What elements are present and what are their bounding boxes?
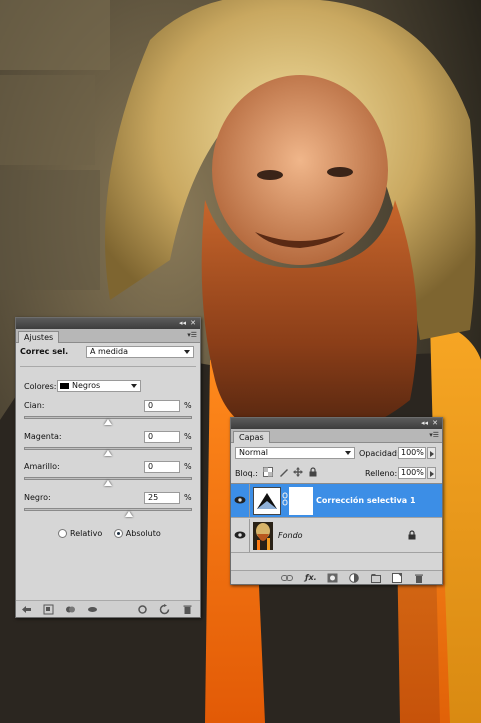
- reset-icon[interactable]: [159, 604, 170, 615]
- expand-view-icon[interactable]: [43, 604, 54, 615]
- color-swatch: [60, 383, 69, 389]
- slider-label: Negro:: [24, 493, 51, 502]
- divider: [249, 519, 250, 552]
- radio-button[interactable]: [58, 529, 67, 538]
- colors-dropdown[interactable]: Negros: [57, 380, 141, 392]
- adjustment-type-label: Correc sel.: [20, 347, 69, 356]
- percent-unit: %: [184, 493, 192, 502]
- layers-panel: ◂◂ ✕ Capas ▾☰ Normal Opacidad: 100% Bloq…: [230, 417, 443, 585]
- slider-thumb[interactable]: [125, 511, 133, 517]
- close-icon[interactable]: ✕: [432, 419, 438, 427]
- layer-name: Corrección selectiva 1: [316, 496, 416, 505]
- opacity-label: Opacidad:: [359, 449, 400, 458]
- chevron-down-icon: [345, 451, 351, 455]
- preset-value: A medida: [90, 347, 129, 356]
- link-layers-icon[interactable]: [281, 574, 293, 582]
- visibility-icon[interactable]: [87, 604, 98, 615]
- divider: [249, 484, 250, 517]
- amarillo-field[interactable]: 0: [144, 461, 180, 473]
- slider-label: Amarillo:: [24, 462, 60, 471]
- panel-title-bar[interactable]: ◂◂ ✕: [16, 318, 200, 329]
- preset-dropdown[interactable]: A medida: [86, 346, 194, 358]
- adjustments-panel: ◂◂ ✕ Ajustes ▾☰ Correc sel. A medida Col…: [15, 317, 201, 618]
- adjustments-toolbar: [16, 600, 200, 617]
- lock-pixels-icon[interactable]: [279, 467, 289, 477]
- opacity-arrow-button[interactable]: [427, 447, 436, 459]
- chevron-down-icon: [184, 350, 190, 354]
- lock-icon: [408, 530, 416, 540]
- fill-label: Relleno:: [365, 469, 398, 478]
- layer-list: Corrección selectiva 1 Fondo: [231, 483, 442, 571]
- lock-label: Bloq.:: [235, 469, 258, 478]
- slider-thumb[interactable]: [104, 480, 112, 486]
- layer-row-seleccion[interactable]: Corrección selectiva 1: [231, 484, 442, 518]
- trash-icon[interactable]: [182, 604, 193, 615]
- radio-button[interactable]: [113, 529, 123, 538]
- layer-thumbnail: [253, 522, 273, 550]
- radio-label: Relativo: [70, 529, 103, 538]
- slider-thumb[interactable]: [104, 450, 112, 456]
- layer-row-fondo[interactable]: Fondo: [231, 519, 442, 553]
- percent-unit: %: [184, 462, 192, 471]
- adjustment-layer-icon: [253, 487, 281, 515]
- trash-icon[interactable]: [414, 573, 424, 583]
- fill-arrow-button[interactable]: [427, 467, 436, 479]
- percent-unit: %: [184, 401, 192, 410]
- fill-field[interactable]: 100%: [398, 467, 426, 479]
- chevron-down-icon: [131, 384, 137, 388]
- slider-label: Magenta:: [24, 432, 62, 441]
- blend-mode-value: Normal: [239, 448, 268, 457]
- collapse-icon[interactable]: ◂◂: [421, 419, 428, 427]
- panel-tab-row: Ajustes ▾☰: [16, 329, 200, 343]
- percent-unit: %: [184, 432, 192, 441]
- tab-adjustments[interactable]: Ajustes: [18, 331, 60, 343]
- lock-all-icon[interactable]: [308, 467, 318, 477]
- colors-value: Negros: [72, 381, 101, 390]
- panel-tab-row: Capas ▾☰: [231, 429, 442, 443]
- add-mask-icon[interactable]: [327, 573, 338, 583]
- method-options: Relativo Absoluto: [58, 529, 170, 540]
- opacity-field[interactable]: 100%: [398, 447, 426, 459]
- layer-style-icon[interactable]: ƒx.: [305, 573, 317, 583]
- close-icon[interactable]: ✕: [190, 319, 196, 327]
- colors-label: Colores:: [24, 382, 57, 391]
- radio-absoluto[interactable]: Absoluto: [113, 529, 161, 538]
- lock-transparency-icon[interactable]: [263, 467, 273, 477]
- panel-menu-icon[interactable]: ▾☰: [187, 331, 197, 339]
- eye-icon[interactable]: [234, 530, 246, 540]
- layers-toolbar: ƒx.: [231, 570, 442, 584]
- new-layer-icon[interactable]: [392, 573, 402, 583]
- radio-label: Absoluto: [125, 529, 161, 538]
- adjustment-layer-icon[interactable]: [349, 573, 359, 583]
- tab-layers[interactable]: Capas: [233, 431, 270, 443]
- collapse-icon[interactable]: ◂◂: [179, 319, 186, 327]
- lock-position-icon[interactable]: [293, 467, 303, 477]
- negro-field[interactable]: 25: [144, 492, 180, 504]
- panel-title-bar[interactable]: ◂◂ ✕: [231, 418, 442, 429]
- cian-field[interactable]: 0: [144, 400, 180, 412]
- layer-name: Fondo: [278, 531, 303, 540]
- link-icon[interactable]: [282, 492, 288, 506]
- magenta-field[interactable]: 0: [144, 431, 180, 443]
- radio-relativo[interactable]: Relativo: [58, 529, 102, 538]
- layer-mask-thumbnail[interactable]: [289, 487, 313, 515]
- blend-mode-dropdown[interactable]: Normal: [235, 447, 355, 459]
- back-arrow-icon[interactable]: [21, 604, 32, 615]
- slider-thumb[interactable]: [104, 419, 112, 425]
- divider: [20, 366, 196, 367]
- slider-track[interactable]: [24, 508, 192, 511]
- slider-label: Cian:: [24, 401, 45, 410]
- clip-layer-icon[interactable]: [65, 604, 76, 615]
- panel-menu-icon[interactable]: ▾☰: [429, 431, 439, 439]
- eye-icon[interactable]: [234, 495, 246, 505]
- view-previous-icon[interactable]: [137, 604, 148, 615]
- folder-icon[interactable]: [371, 573, 381, 583]
